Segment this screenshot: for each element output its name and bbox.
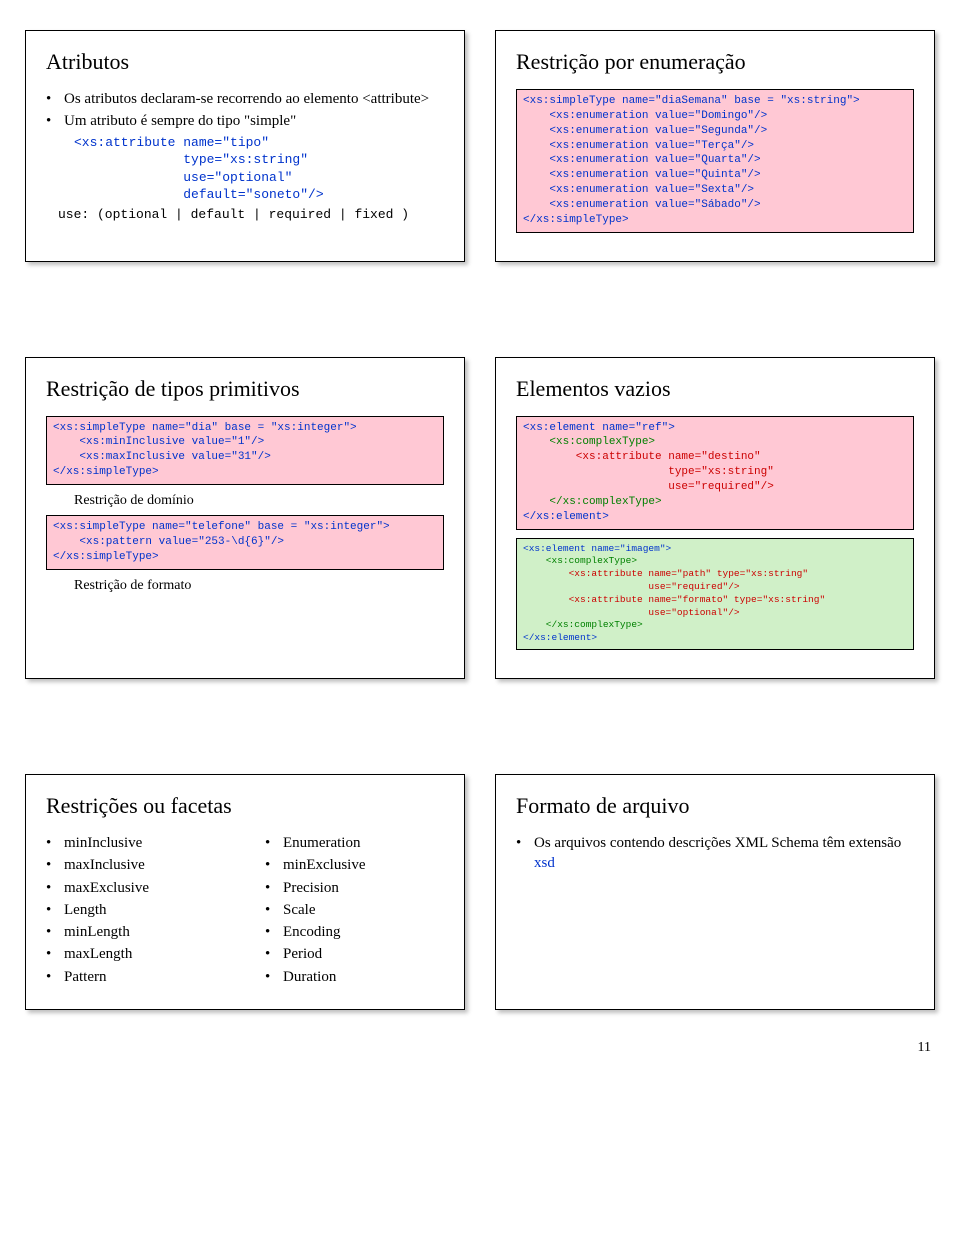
code-box: <xs:simpleType name="diaSemana" base = "…	[516, 89, 914, 233]
code-line: <xs:enumeration value="Domingo"/>	[523, 110, 767, 122]
code-line: <xs:element name="imagem">	[523, 543, 671, 554]
code-line: use="required"/>	[523, 581, 740, 592]
facet-item: minExclusive	[265, 855, 444, 875]
code-line: <xs:enumeration value="Sexta"/>	[523, 184, 754, 196]
note: Restrição de domínio	[46, 493, 444, 509]
code-line: </xs:simpleType>	[523, 214, 629, 226]
code-box-ref: <xs:element name="ref"> <xs:complexType>…	[516, 416, 914, 530]
facet-item: Encoding	[265, 922, 444, 942]
code-line: <xs:enumeration value="Terça"/>	[523, 140, 754, 152]
facet-item: Scale	[265, 900, 444, 920]
note: Restrição de formato	[46, 578, 444, 594]
code-line: <xs:maxInclusive value="31"/>	[53, 451, 271, 463]
bullet: Os atributos declaram-se recorrendo ao e…	[46, 89, 444, 109]
facet-item: maxExclusive	[46, 878, 225, 898]
slide-atributos: Atributos Os atributos declaram-se recor…	[25, 30, 465, 262]
facet-item: maxInclusive	[46, 855, 225, 875]
code-line: <xs:attribute name="formato" type="xs:st…	[523, 594, 825, 605]
code-line: </xs:simpleType>	[53, 551, 159, 563]
slide-restricao-enum: Restrição por enumeração <xs:simpleType …	[495, 30, 935, 262]
code-line: use="required"/>	[523, 481, 774, 493]
facet-item: Pattern	[46, 967, 225, 987]
code-line: </xs:complexType>	[523, 619, 643, 630]
facet-item: minInclusive	[46, 833, 225, 853]
facet-item: Period	[265, 944, 444, 964]
code-line: </xs:element>	[523, 632, 597, 643]
code-line: <xs:complexType>	[523, 555, 637, 566]
code-line: <xs:simpleType name="telefone" base = "x…	[53, 521, 390, 533]
facet-item: Enumeration	[265, 833, 444, 853]
code-line: <xs:enumeration value="Quinta"/>	[523, 169, 761, 181]
code-line: default="soneto"/>	[74, 186, 444, 204]
code-line: <xs:attribute name="destino"	[523, 451, 761, 463]
slide-elementos-vazios: Elementos vazios <xs:element name="ref">…	[495, 357, 935, 679]
code-line: type="xs:string"	[74, 151, 444, 169]
slide-facetas: Restrições ou facetas minInclusive maxIn…	[25, 774, 465, 1010]
facets-col-b: Enumeration minExclusive Precision Scale…	[265, 833, 444, 989]
bullet: Os arquivos contendo descrições XML Sche…	[516, 833, 914, 874]
slide-title: Atributos	[46, 49, 444, 75]
code-box-dominio: <xs:simpleType name="dia" base = "xs:int…	[46, 416, 444, 485]
facet-item: Duration	[265, 967, 444, 987]
code-line: <xs:enumeration value="Segunda"/>	[523, 125, 767, 137]
code-line: <xs:attribute name="tipo"	[74, 134, 444, 152]
code-line: <xs:attribute name="path" type="xs:strin…	[523, 568, 808, 579]
code-line: <xs:minInclusive value="1"/>	[53, 436, 264, 448]
code-line: </xs:simpleType>	[53, 466, 159, 478]
code-line: </xs:element>	[523, 511, 609, 523]
slide-title: Elementos vazios	[516, 376, 914, 402]
code-line: <xs:enumeration value="Quarta"/>	[523, 154, 761, 166]
code-line: </xs:complexType>	[523, 496, 662, 508]
slide-title: Restrição por enumeração	[516, 49, 914, 75]
slide-restricao-primitivos: Restrição de tipos primitivos <xs:simple…	[25, 357, 465, 679]
facet-item: maxLength	[46, 944, 225, 964]
code-line: type="xs:string"	[523, 466, 774, 478]
facet-item: minLength	[46, 922, 225, 942]
code-block: <xs:attribute name="tipo" type="xs:strin…	[46, 134, 444, 204]
code-line: <xs:simpleType name="diaSemana" base = "…	[523, 95, 860, 107]
code-line: <xs:pattern value="253-\d{6}"/>	[53, 536, 284, 548]
code-box-imagem: <xs:element name="imagem"> <xs:complexTy…	[516, 538, 914, 651]
facets-col-a: minInclusive maxInclusive maxExclusive L…	[46, 833, 225, 989]
code-line: <xs:complexType>	[523, 436, 655, 448]
code-line: <xs:simpleType name="dia" base = "xs:int…	[53, 422, 357, 434]
xsd-extension: xsd	[534, 855, 555, 871]
slide-title: Restrição de tipos primitivos	[46, 376, 444, 402]
facet-item: Length	[46, 900, 225, 920]
bullet: Um atributo é sempre do tipo "simple"	[46, 111, 444, 131]
code-line: use="optional"/>	[523, 607, 740, 618]
code-line: <xs:element name="ref">	[523, 422, 675, 434]
slide-title: Formato de arquivo	[516, 793, 914, 819]
bullet-text: Os arquivos contendo descrições XML Sche…	[534, 835, 901, 851]
code-box-formato: <xs:simpleType name="telefone" base = "x…	[46, 515, 444, 570]
slide-title: Restrições ou facetas	[46, 793, 444, 819]
code-line: <xs:enumeration value="Sábado"/>	[523, 199, 761, 211]
page-number: 11	[25, 1040, 935, 1056]
facets-columns: minInclusive maxInclusive maxExclusive L…	[46, 833, 444, 989]
usage-note: use: (optional | default | required | fi…	[46, 206, 444, 224]
facet-item: Precision	[265, 878, 444, 898]
code-line: use="optional"	[74, 169, 444, 187]
slide-formato-arquivo: Formato de arquivo Os arquivos contendo …	[495, 774, 935, 1010]
